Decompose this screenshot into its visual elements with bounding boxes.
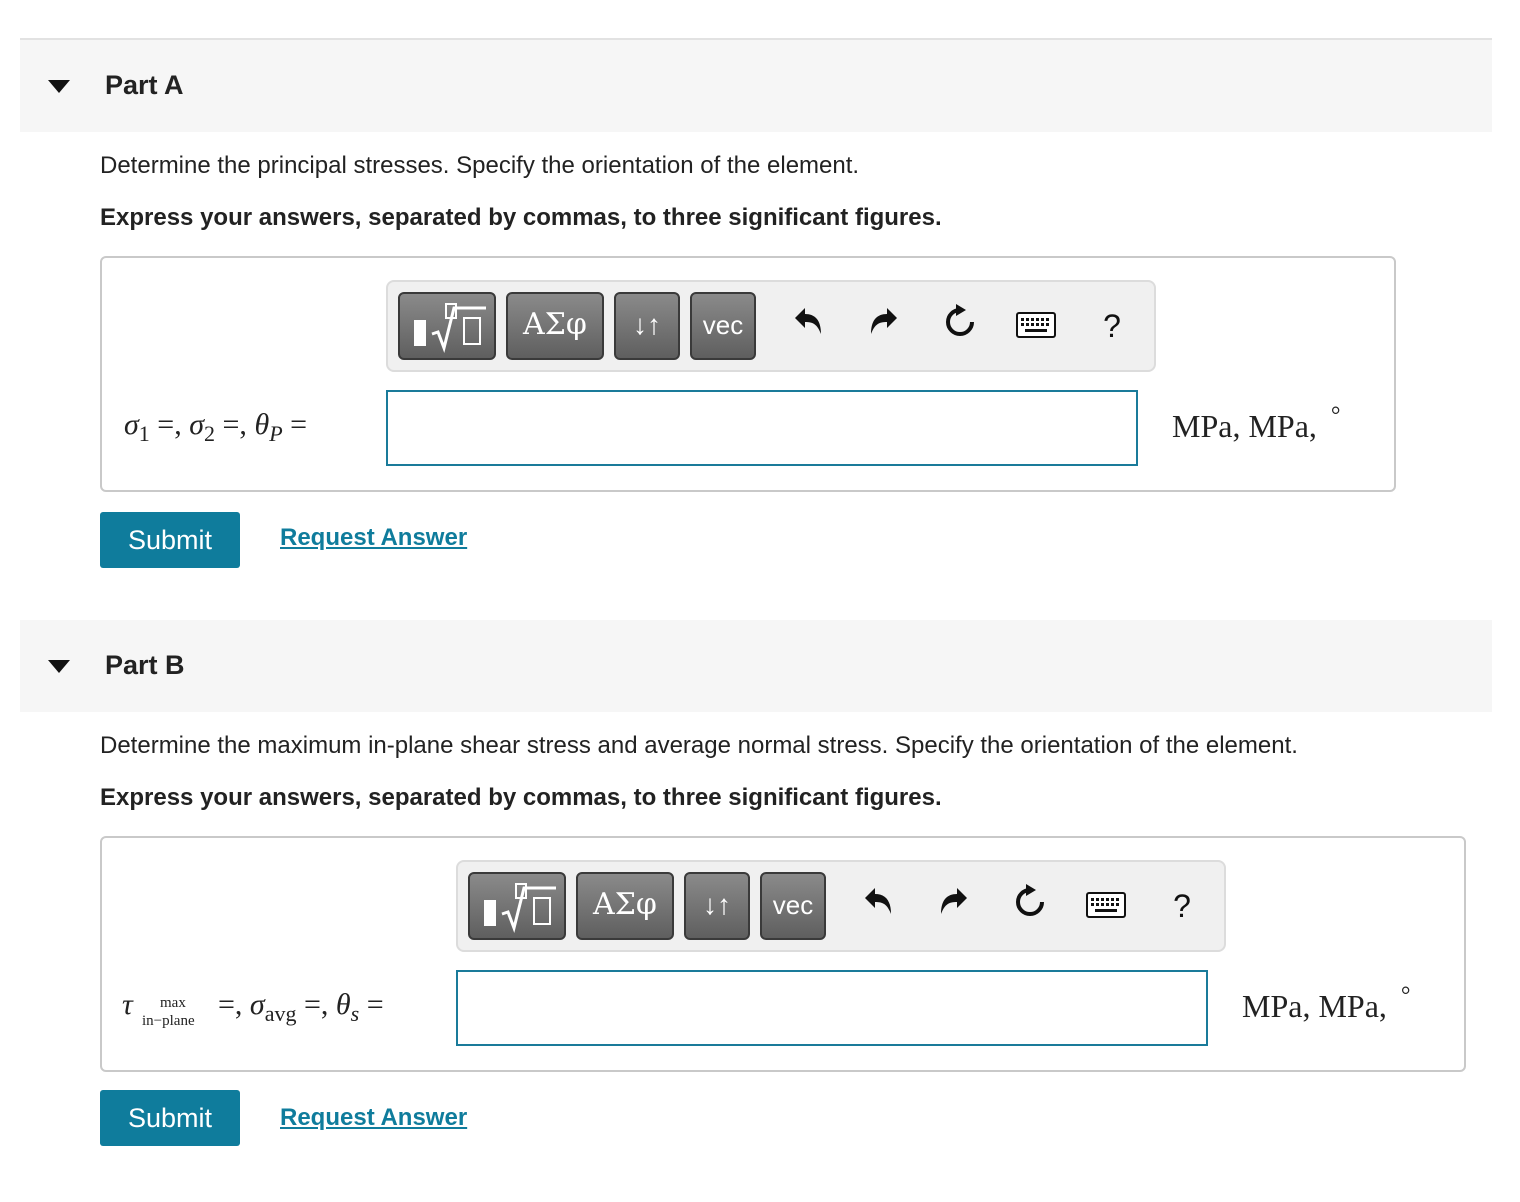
reset-icon[interactable]: [1010, 884, 1050, 928]
greek-symbols-button[interactable]: ΑΣφ: [506, 292, 604, 360]
part-a-header[interactable]: Part A: [20, 40, 1492, 132]
reset-icon[interactable]: [940, 304, 980, 348]
part-b-request-answer-link[interactable]: Request Answer: [280, 1104, 467, 1132]
templates-button[interactable]: [398, 292, 496, 360]
greek-symbols-button[interactable]: ΑΣφ: [576, 872, 674, 940]
part-b-units: MPa, MPa, °: [1242, 983, 1411, 1025]
tau-inplane-subscript: in−plane: [142, 1013, 195, 1029]
undo-icon[interactable]: [788, 304, 828, 348]
part-a-question: Determine the principal stresses. Specif…: [100, 152, 860, 179]
sub-superscript-button[interactable]: ↓↑: [684, 872, 750, 940]
part-b-header[interactable]: Part B: [20, 620, 1492, 712]
tau-max-subscript: max: [160, 995, 186, 1011]
collapse-caret-icon[interactable]: [48, 80, 70, 93]
part-b-submit-button[interactable]: Submit: [100, 1090, 240, 1146]
templates-icon: [484, 883, 556, 934]
redo-icon[interactable]: [864, 304, 904, 348]
redo-icon[interactable]: [934, 884, 974, 928]
part-b-instruction: Express your answers, separated by comma…: [100, 784, 942, 811]
degree-symbol: °: [1330, 403, 1341, 429]
vector-button[interactable]: vec: [760, 872, 826, 940]
part-a-instruction: Express your answers, separated by comma…: [100, 204, 942, 231]
part-a-answer-input[interactable]: [386, 390, 1138, 466]
part-b-title: Part B: [105, 650, 185, 680]
part-b-answer-box: ΑΣφ ↓↑ vec ? τ max in−plane =, σavg =, θ…: [100, 836, 1466, 1072]
part-b-question: Determine the maximum in-plane shear str…: [100, 732, 1298, 759]
vector-button[interactable]: vec: [690, 292, 756, 360]
part-a-units-text: MPa, MPa,: [1172, 408, 1317, 444]
undo-icon[interactable]: [858, 884, 898, 928]
part-a-request-answer-link[interactable]: Request Answer: [280, 524, 467, 552]
part-b-answer-input[interactable]: [456, 970, 1208, 1046]
part-a-title: Part A: [105, 70, 184, 100]
part-b-variable-labels: τ max in−plane =, σavg =, θs =: [122, 988, 384, 1029]
part-a-variable-labels: σ1 =, σ2 =, θP =: [124, 408, 308, 446]
part-b-units-text: MPa, MPa,: [1242, 988, 1387, 1024]
part-a-submit-button[interactable]: Submit: [100, 512, 240, 568]
keyboard-icon[interactable]: [1086, 884, 1126, 928]
part-a-answer-box: ΑΣφ ↓↑ vec ? σ1 =, σ2 =, θP = MPa, MPa, °: [100, 256, 1396, 492]
part-a-math-toolbar: ΑΣφ ↓↑ vec ?: [386, 280, 1156, 372]
templates-button[interactable]: [468, 872, 566, 940]
keyboard-icon[interactable]: [1016, 304, 1056, 348]
collapse-caret-icon[interactable]: [48, 660, 70, 673]
help-button[interactable]: ?: [1092, 304, 1132, 348]
sub-superscript-button[interactable]: ↓↑: [614, 292, 680, 360]
help-button[interactable]: ?: [1162, 884, 1202, 928]
templates-icon: [414, 303, 486, 354]
part-b-math-toolbar: ΑΣφ ↓↑ vec ?: [456, 860, 1226, 952]
part-a-units: MPa, MPa, °: [1172, 403, 1341, 445]
degree-symbol: °: [1400, 983, 1411, 1009]
